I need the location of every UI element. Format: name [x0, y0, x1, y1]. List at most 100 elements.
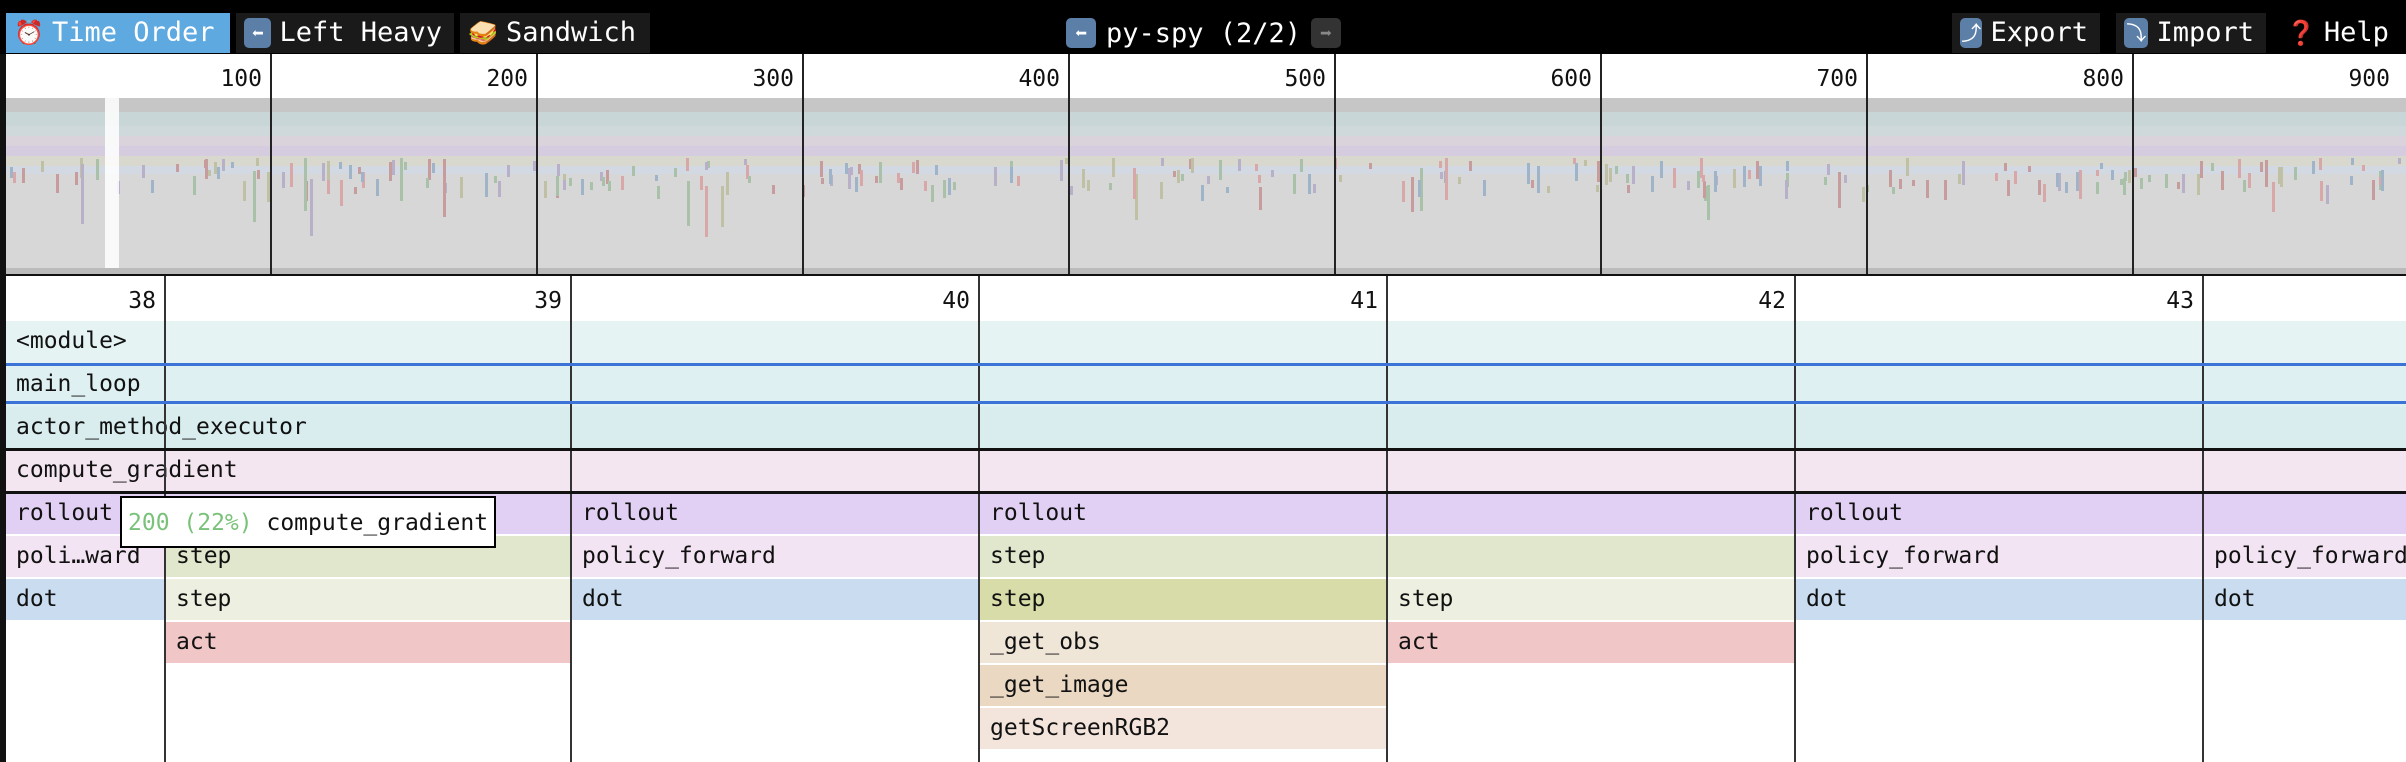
minimap-gridline: [536, 54, 538, 274]
minimap-sample-tick: [1293, 174, 1296, 194]
minimap-sample-tick: [494, 176, 497, 183]
minimap-sample-tick: [256, 158, 259, 166]
minimap-gridline: [1334, 54, 1336, 274]
minimap-axis-label: 100: [220, 66, 262, 92]
minimap-sample-tick: [2038, 180, 2041, 195]
minimap-sample-tick: [2294, 167, 2297, 180]
left-heavy-tab[interactable]: ⬅ Left Heavy: [236, 13, 454, 53]
frame-compute-gradient[interactable]: compute_gradient: [6, 450, 2406, 493]
minimap-sample-tick: [2211, 163, 2214, 171]
sandwich-label: Sandwich: [506, 17, 637, 48]
frame-get-screen-rgb2[interactable]: getScreenRGB2: [980, 708, 1386, 749]
frame-policy-forward[interactable]: policy_forward: [2204, 536, 2406, 577]
frame-step[interactable]: step: [166, 579, 570, 620]
minimap-axis-label: 900: [2348, 66, 2390, 92]
frame-actor-method-executor[interactable]: actor_method_executor: [6, 407, 2406, 450]
minimap-sample-tick: [1527, 163, 1530, 184]
left-arrow-icon[interactable]: ⬅: [1066, 18, 1096, 48]
frame-rollout[interactable]: [2204, 493, 2406, 534]
minimap-sample-tick: [1010, 167, 1013, 183]
minimap-sample-tick: [96, 159, 99, 180]
minimap-sample-tick: [1547, 186, 1550, 193]
minimap-axis-label: 200: [486, 66, 528, 92]
export-button[interactable]: ⤴ Export: [1952, 13, 2100, 53]
minimap-sample-tick: [1838, 172, 1841, 208]
minimap-sample-tick: [705, 186, 708, 237]
frame-step[interactable]: [1388, 536, 1794, 577]
frame-policy-forward[interactable]: policy_forward: [1796, 536, 2202, 577]
flamechart-ruler: [6, 276, 2406, 320]
minimap-sample-tick: [2319, 158, 2322, 170]
frame-dot[interactable]: dot: [6, 579, 164, 620]
flamechart[interactable]: <module> main_loop actor_method_executor…: [6, 276, 2406, 762]
minimap-sample-tick: [2043, 184, 2046, 202]
frame-act[interactable]: act: [166, 622, 570, 663]
time-order-tab[interactable]: ⏰ Time Order: [6, 13, 230, 53]
frame-dot[interactable]: dot: [572, 579, 978, 620]
help-button[interactable]: ❓ Help: [2278, 13, 2400, 53]
frame-policy-forward[interactable]: policy_forward: [572, 536, 978, 577]
frame-step[interactable]: step: [980, 579, 1386, 620]
flamechart-axis-label: 40: [942, 288, 970, 314]
minimap-sample-tick: [282, 172, 285, 188]
flamechart-gridline: [1386, 276, 1388, 762]
frame-act[interactable]: act: [1388, 622, 1794, 663]
import-button[interactable]: ⤵ Import: [2116, 13, 2266, 53]
minimap-sample-tick: [1255, 164, 1258, 171]
minimap-sample-tick: [1313, 184, 1316, 193]
minimap-sample-tick: [1575, 163, 1578, 181]
left-heavy-label: Left Heavy: [279, 17, 442, 48]
sandwich-tab[interactable]: 🥪 Sandwich: [460, 13, 650, 53]
minimap-sample-tick: [2014, 171, 2017, 184]
minimap-sample-tick: [912, 162, 915, 173]
minimap-sample-tick: [953, 182, 956, 190]
frame-step[interactable]: step: [1388, 579, 1794, 620]
minimap-axis-label: 300: [752, 66, 794, 92]
flamechart-gridline: [2202, 276, 2204, 762]
minimap-sample-tick: [897, 173, 900, 183]
minimap-sample-tick: [222, 159, 225, 171]
frame-get-obs[interactable]: _get_obs: [980, 622, 1386, 663]
frame-label: main_loop: [16, 371, 141, 397]
frame-rollout[interactable]: rollout: [572, 493, 978, 534]
minimap-sample-tick: [2265, 160, 2268, 187]
import-icon: ⤵: [2124, 18, 2149, 48]
left-arrow-icon: ⬅: [244, 18, 272, 48]
minimap-sample-tick: [721, 186, 724, 227]
minimap-sample-tick: [1632, 166, 1635, 184]
minimap-scrollbar[interactable]: [6, 268, 2406, 274]
minimap-sample-tick: [544, 181, 547, 198]
minimap-sample-tick: [392, 160, 395, 175]
minimap-sample-tick: [1785, 180, 1788, 199]
frame-step[interactable]: step: [980, 536, 1386, 577]
minimap-sample-tick: [2007, 180, 2010, 196]
frame-rollout[interactable]: rollout: [1796, 493, 2202, 534]
minimap-sample-tick: [2398, 158, 2401, 164]
minimap-sample-tick: [2260, 162, 2263, 172]
frame-rollout[interactable]: rollout: [980, 493, 1386, 534]
minimap-sample-tick: [1906, 158, 1909, 176]
frame-module[interactable]: <module>: [6, 321, 2406, 364]
minimap-sample-tick: [935, 165, 938, 175]
minimap-sample-tick: [1411, 177, 1414, 212]
right-arrow-icon[interactable]: ➡: [1311, 18, 1342, 48]
minimap-sample-tick: [327, 179, 330, 194]
minimap-sample-tick: [1596, 185, 1599, 192]
minimap-sample-tick: [924, 181, 927, 191]
minimap-sample-tick: [1827, 164, 1830, 175]
frame-get-image[interactable]: _get_image: [980, 665, 1386, 706]
minimap-activity: [6, 98, 2406, 268]
minimap-sample-tick: [1060, 160, 1063, 181]
flamechart-axis-label: 38: [128, 288, 156, 314]
frame-dot[interactable]: dot: [1796, 579, 2202, 620]
minimap-sample-tick: [1017, 176, 1020, 186]
minimap-sample-tick: [41, 161, 44, 172]
minimap-sample-tick: [217, 167, 220, 179]
minimap-sample-tick: [772, 185, 775, 194]
frame-rollout[interactable]: [1388, 493, 1794, 534]
minimap[interactable]: 100 200 300 400 500 600 700 800 900: [6, 54, 2406, 274]
minimap-sample-tick: [1697, 171, 1700, 188]
minimap-axis-label: 400: [1018, 66, 1060, 92]
frame-dot[interactable]: dot: [2204, 579, 2406, 620]
minimap-viewport[interactable]: [105, 90, 119, 274]
